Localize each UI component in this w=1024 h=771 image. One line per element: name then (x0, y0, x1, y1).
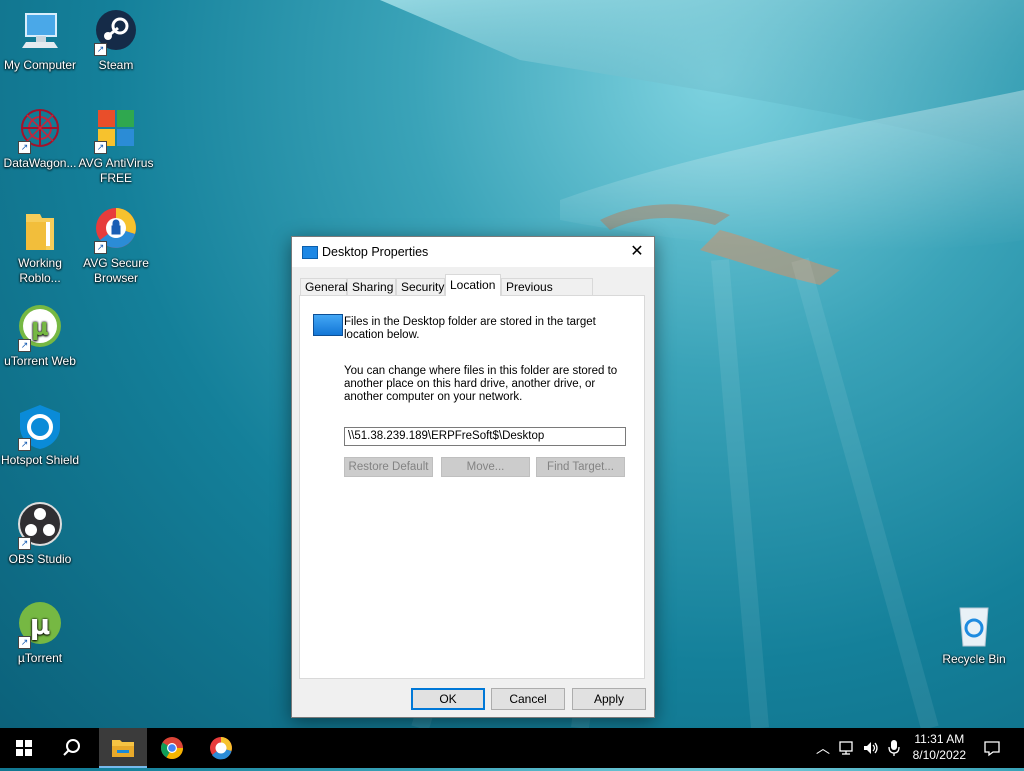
location-panel: Files in the Desktop folder are stored i… (299, 295, 645, 679)
taskbar-chrome[interactable] (148, 728, 196, 768)
shortcut-arrow-icon: ↗ (18, 537, 31, 550)
folder-icon (302, 246, 318, 259)
desktop-icon-label: DataWagon... (3, 156, 77, 170)
desktop-folder-icon (313, 314, 343, 336)
tab-security[interactable]: Security (396, 278, 445, 295)
obs-studio-icon: ↗ (16, 502, 64, 550)
volume-icon[interactable] (862, 739, 880, 757)
desktop-icon-avg-secure-browser[interactable]: ↗ AVG Secure Browser (76, 206, 156, 286)
avg-antivirus-icon: ↗ (92, 106, 140, 154)
steam-icon: ↗ (92, 8, 140, 56)
chevron-up-icon[interactable]: ︿ (816, 738, 830, 758)
svg-text:µ: µ (30, 608, 51, 641)
notifications-icon[interactable] (983, 739, 1001, 757)
file-explorer-icon (112, 740, 134, 757)
shortcut-arrow-icon: ↗ (18, 438, 31, 451)
taskbar-file-explorer[interactable] (99, 728, 147, 768)
desktop-icon-label: Hotspot Shield (0, 453, 80, 467)
hotspot-shield-icon: ↗ (16, 403, 64, 451)
change-location-text: You can change where files in this folde… (344, 365, 618, 403)
dialog-title: Desktop Properties (322, 245, 429, 259)
desktop-icon-label: AVG Secure Browser (83, 256, 149, 285)
taskbar-clock[interactable]: 11:31 AM 8/10/2022 (913, 731, 966, 763)
desktop-icon-utorrent[interactable]: µ ↗ µTorrent (0, 601, 80, 666)
chrome-icon (161, 737, 183, 759)
desktop-icon-recycle-bin[interactable]: Recycle Bin (934, 602, 1014, 667)
move-button[interactable]: Move... (441, 457, 530, 477)
cancel-button[interactable]: Cancel (491, 688, 565, 710)
apply-button[interactable]: Apply (572, 688, 646, 710)
ok-button[interactable]: OK (411, 688, 485, 710)
folder-icon (16, 206, 64, 254)
taskbar-avg-browser[interactable] (197, 728, 245, 768)
tab-previous-versions[interactable]: Previous Versions (501, 278, 593, 311)
clock-date: 8/10/2022 (912, 748, 966, 762)
search-icon (63, 739, 80, 756)
find-target-button[interactable]: Find Target... (536, 457, 625, 477)
avg-browser-icon (210, 737, 232, 760)
desktop-icon-label: My Computer (3, 58, 77, 72)
shortcut-arrow-icon: ↗ (94, 141, 107, 154)
windows-start-icon (16, 740, 32, 756)
avg-browser-icon: ↗ (92, 206, 140, 254)
desktop-icon-datawagon[interactable]: ↗ DataWagon... (0, 106, 80, 171)
microphone-icon[interactable] (887, 739, 901, 757)
shortcut-arrow-icon: ↗ (18, 141, 31, 154)
shortcut-arrow-icon: ↗ (18, 339, 31, 352)
desktop-icon-label: Working Roblo... (18, 256, 62, 285)
close-button[interactable]: ✕ (620, 237, 654, 267)
desktop-icon-label: OBS Studio (8, 552, 72, 566)
start-button[interactable] (0, 728, 48, 768)
svg-text:µ: µ (31, 313, 49, 341)
search-button[interactable] (48, 728, 96, 768)
desktop-icon-avg-antivirus[interactable]: ↗ AVG AntiVirus FREE (76, 106, 156, 186)
clock-time: 11:31 AM (914, 732, 965, 746)
desktop-properties-dialog[interactable]: Desktop Properties ✕ General Sharing Sec… (291, 236, 655, 718)
computer-icon (16, 8, 64, 56)
location-path-input[interactable] (344, 427, 626, 446)
dialog-titlebar[interactable]: Desktop Properties ✕ (292, 237, 654, 267)
desktop-icon-my-computer[interactable]: My Computer (0, 8, 80, 73)
tab-location[interactable]: Location (445, 274, 501, 296)
shortcut-arrow-icon: ↗ (18, 636, 31, 649)
desktop-icon-working-roblox[interactable]: Working Roblo... (0, 206, 80, 286)
desktop-icon-label: Recycle Bin (942, 652, 1006, 666)
utorrent-web-icon: µ ↗ (16, 304, 64, 352)
shortcut-arrow-icon: ↗ (94, 241, 107, 254)
recycle-bin-icon (950, 602, 998, 650)
shortcut-arrow-icon: ↗ (94, 43, 107, 56)
utorrent-icon: µ ↗ (16, 601, 64, 649)
tab-general[interactable]: General (300, 278, 348, 295)
network-icon[interactable] (838, 739, 856, 757)
desktop-icon-steam[interactable]: ↗ Steam (76, 8, 156, 73)
desktop-icon-label: Steam (98, 58, 134, 72)
desktop-icon-obs-studio[interactable]: ↗ OBS Studio (0, 502, 80, 567)
tab-sharing[interactable]: Sharing (347, 278, 396, 295)
desktop-icon-hotspot-shield[interactable]: ↗ Hotspot Shield (0, 403, 80, 468)
intro-text: Files in the Desktop folder are stored i… (344, 316, 596, 341)
desktop-icon-label: µTorrent (17, 651, 63, 665)
desktop-icon-label: AVG AntiVirus FREE (78, 156, 154, 185)
restore-default-button[interactable]: Restore Default (344, 457, 433, 477)
datawagon-icon: ↗ (16, 106, 64, 154)
desktop-icon-label: uTorrent Web (4, 354, 76, 368)
desktop-icon-utorrent-web[interactable]: µ ↗ uTorrent Web (0, 304, 80, 369)
taskbar: ︿ 11:31 AM 8/10/2022 (0, 728, 1024, 768)
